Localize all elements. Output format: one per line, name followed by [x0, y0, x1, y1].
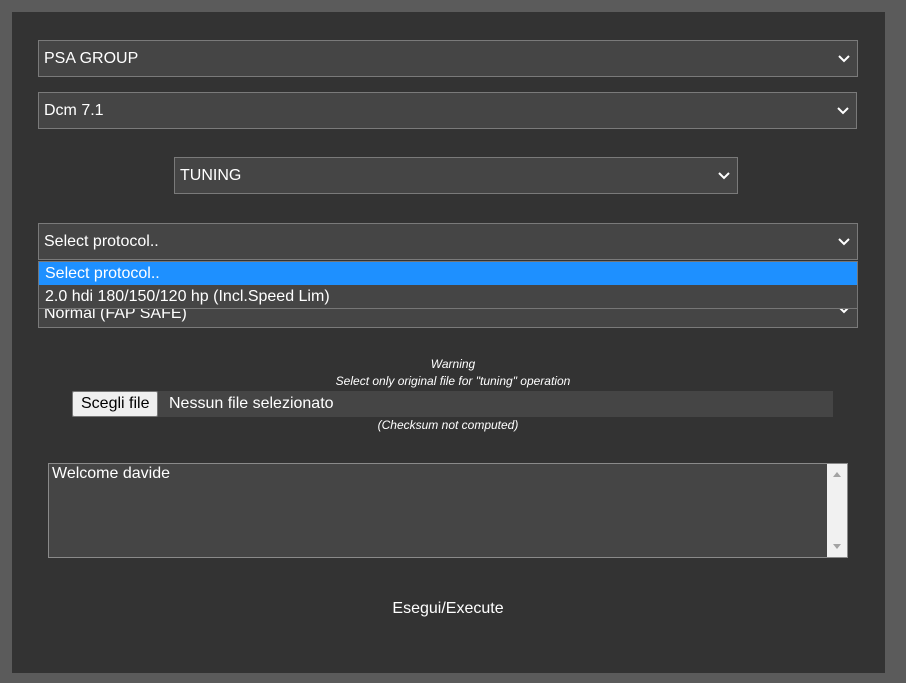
warning-title: Warning: [430, 357, 476, 371]
checksum-note: (Checksum not computed): [377, 418, 519, 432]
log-textarea[interactable]: Welcome davide: [48, 463, 848, 558]
scroll-down-icon[interactable]: [827, 539, 847, 555]
mode-select[interactable]: TUNING: [174, 157, 738, 194]
mode-select-value: TUNING: [180, 167, 242, 184]
manufacturer-select[interactable]: PSA GROUP: [38, 40, 858, 77]
chevron-down-icon: [836, 93, 850, 128]
protocol-option[interactable]: 2.0 hdi 180/150/120 hp (Incl.Speed Lim): [39, 285, 857, 308]
protocol-dropdown-list: Select protocol.. 2.0 hdi 180/150/120 hp…: [38, 261, 858, 309]
log-scrollbar[interactable]: [827, 464, 847, 557]
choose-file-button[interactable]: Scegli file: [72, 391, 159, 417]
file-status: Nessun file selezionato: [169, 395, 334, 412]
chevron-down-icon: [717, 158, 731, 193]
ecu-select[interactable]: Dcm 7.1: [38, 92, 857, 129]
protocol-select-value: Select protocol..: [44, 233, 159, 250]
warning-message: Select only original file for "tuning" o…: [335, 374, 571, 388]
manufacturer-select-value: PSA GROUP: [44, 50, 139, 67]
execute-button[interactable]: Esegui/Execute: [0, 600, 896, 618]
protocol-select[interactable]: Select protocol..: [38, 223, 858, 260]
chevron-down-icon: [837, 41, 851, 76]
chevron-down-icon: [837, 224, 851, 259]
protocol-option[interactable]: Select protocol..: [39, 262, 857, 285]
ecu-select-value: Dcm 7.1: [44, 102, 104, 119]
log-text: Welcome davide: [52, 465, 170, 482]
file-input[interactable]: Scegli file Nessun file selezionato: [72, 391, 833, 417]
scroll-up-icon[interactable]: [827, 466, 847, 482]
